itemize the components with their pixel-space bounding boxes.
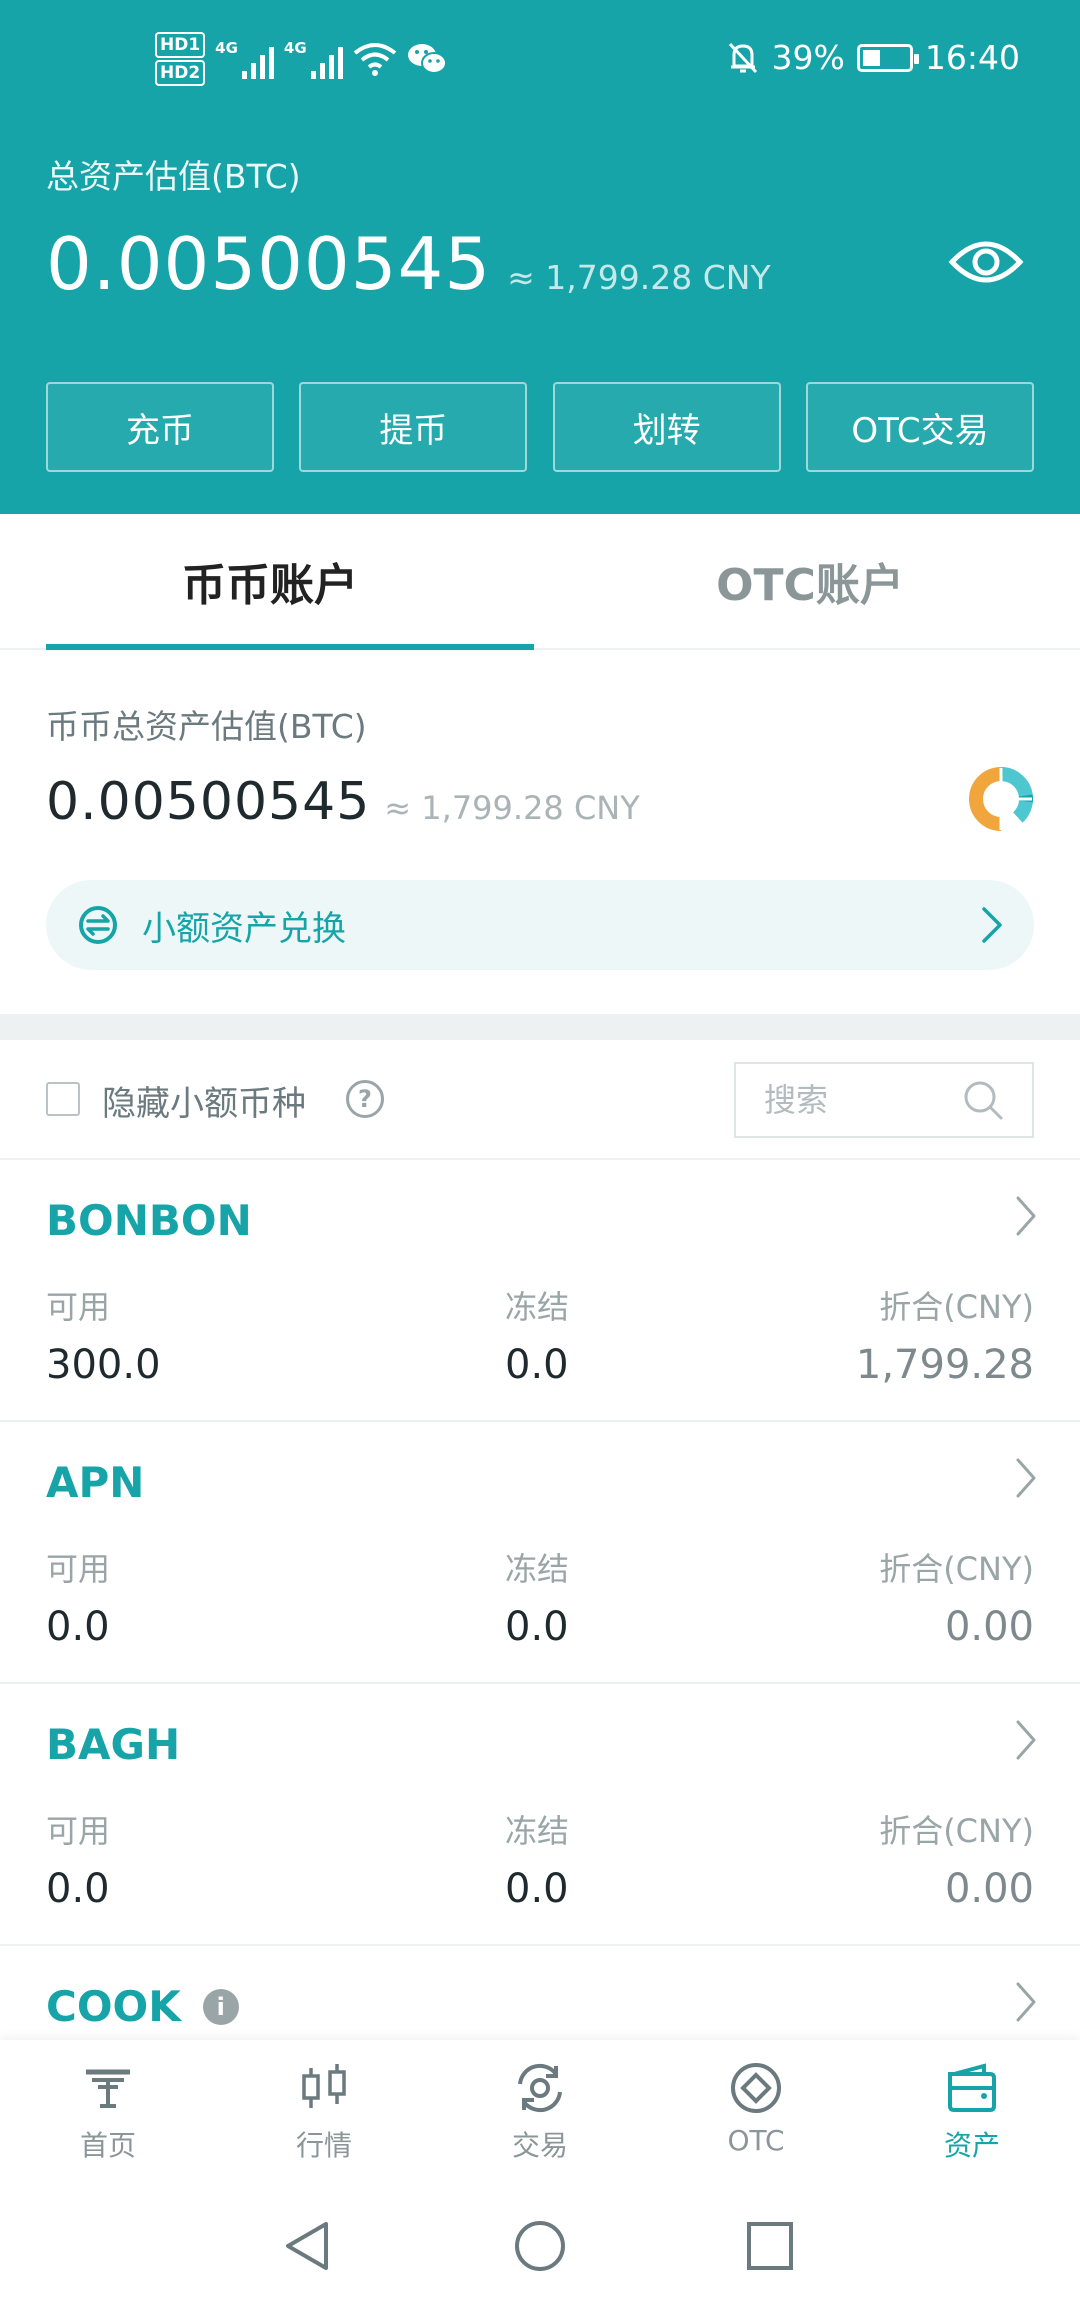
search-input[interactable] [764,1081,954,1119]
spot-cny-value: ≈ 1,799.28 CNY [384,789,640,827]
wallet-icon [948,2063,996,2112]
frozen-value: 0.0 [505,1866,569,1912]
frozen-label: 冻结 [505,1288,570,1326]
chevron-right-icon [982,907,1002,943]
bell-off-icon [728,42,757,73]
wifi-icon [353,43,396,76]
info-icon[interactable]: i [202,1988,239,2025]
pie-chart-icon[interactable] [966,764,1036,834]
withdraw-button[interactable]: 提币 [299,382,528,472]
home-button-icon[interactable] [512,2218,568,2274]
help-icon[interactable]: ? [346,1080,384,1118]
chevron-right-icon [1016,1982,1036,2022]
deposit-button[interactable]: 充币 [46,382,274,472]
back-icon[interactable] [282,2218,332,2274]
tab-spot-account[interactable]: 币币账户 [0,514,540,650]
available-value: 0.0 [46,1604,110,1650]
recents-icon[interactable] [744,2218,796,2274]
bottom-nav: 首页 行情 交易 OTC 资产 [0,2040,1080,2190]
clock: 16:40 [924,38,1020,77]
small-asset-exchange-label: 小额资产兑换 [142,908,346,949]
coin-name: BAGH [46,1720,181,1769]
frozen-value: 0.0 [505,1604,569,1650]
tab-otc-account[interactable]: OTC账户 [540,514,1080,648]
cny-value: 0.00 [944,1604,1034,1650]
coin-name: BONBON [46,1196,252,1245]
cny-value: 0.00 [944,1866,1034,1912]
total-assets-label: 总资产估值(BTC) [46,157,301,196]
nav-assets-label: 资产 [943,2129,1000,2162]
coin-row-bagh[interactable]: BAGH 可用 0.0 冻结 0.0 折合(CNY) 0.00 [0,1684,1080,1946]
frozen-label: 冻结 [505,1812,570,1850]
battery-icon [856,43,919,72]
chevron-right-icon [1016,1720,1036,1760]
coin-name: APN [46,1458,145,1507]
transfer-button[interactable]: 划转 [552,382,781,472]
chevron-right-icon [1016,1458,1036,1498]
coin-name: COOK [46,1982,181,2031]
coin-row-apn[interactable]: APN 可用 0.0 冻结 0.0 折合(CNY) 0.00 [0,1422,1080,1684]
small-asset-exchange-bar[interactable]: 小额资产兑换 [46,880,1034,970]
cny-value-label: 折合(CNY) [879,1812,1034,1850]
nav-otc-label: OTC [727,2124,785,2157]
available-label: 可用 [46,1812,111,1850]
wechat-icon [407,44,447,74]
battery-percent: 39% [771,38,845,77]
available-label: 可用 [46,1550,111,1588]
action-buttons: 充币 提币 划转 OTC交易 [46,382,1034,472]
header: HD1 HD2 4G 4G 39% 16:40 总资产估值(BTC) 0.005… [0,0,1080,514]
signal-icon: 4G [215,39,274,79]
cny-value-label: 折合(CNY) [879,1288,1034,1326]
available-value: 300.0 [46,1342,161,1388]
search-icon[interactable] [962,1079,1004,1121]
nav-trade[interactable]: 交易 [432,2040,648,2190]
eye-icon[interactable] [948,232,1024,292]
otc-trade-button[interactable]: OTC交易 [805,382,1034,472]
spot-assets-value: 0.00500545 ≈ 1,799.28 CNY [46,772,640,832]
hide-small-label: 隐藏小额币种 [102,1084,306,1124]
home-icon [86,2069,130,2108]
otc-icon [731,2063,781,2113]
nav-assets[interactable]: 资产 [864,2040,1080,2190]
account-tabs: 币币账户 OTC账户 [0,514,1080,650]
nav-home-label: 首页 [79,2129,136,2162]
trade-icon [518,2063,562,2113]
nav-trade-label: 交易 [511,2129,568,2162]
candlestick-icon [302,2064,346,2108]
hd1-indicator: HD1 [155,32,206,58]
section-divider [0,1014,1080,1040]
spot-btc-value: 0.00500545 [46,772,371,832]
cny-value-label: 折合(CNY) [879,1550,1034,1588]
system-nav-bar [0,2190,1080,2310]
filter-row: 隐藏小额币种 ? [0,1040,1080,1160]
frozen-label: 冻结 [505,1550,570,1588]
search-box [734,1062,1034,1138]
total-cny-value: ≈ 1,799.28 CNY [507,258,771,297]
status-bar: HD1 HD2 4G 4G 39% 16:40 [0,28,1080,98]
hd2-indicator: HD2 [155,60,206,86]
signal-icon: 4G [284,39,343,79]
available-label: 可用 [46,1288,111,1326]
cny-value: 1,799.28 [855,1342,1034,1388]
nav-home[interactable]: 首页 [0,2040,216,2190]
spot-assets-label: 币币总资产估值(BTC) [46,707,367,746]
total-btc-value: 0.00500545 [46,222,492,306]
nav-market-label: 行情 [295,2129,352,2162]
nav-market[interactable]: 行情 [216,2040,432,2190]
frozen-value: 0.0 [505,1342,569,1388]
total-assets-value: 0.00500545 ≈ 1,799.28 CNY [46,222,771,306]
coin-row-bonbon[interactable]: BONBON 可用 300.0 冻结 0.0 折合(CNY) 1,799.28 [0,1160,1080,1422]
chevron-right-icon [1016,1196,1036,1236]
exchange-icon [79,906,117,944]
nav-otc[interactable]: OTC [648,2040,864,2190]
available-value: 0.0 [46,1866,110,1912]
hide-small-checkbox[interactable] [46,1082,80,1116]
